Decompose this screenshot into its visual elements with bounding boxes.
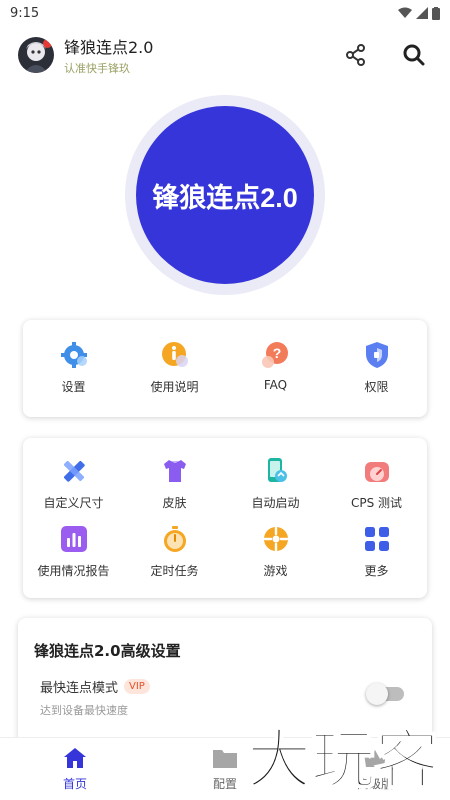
skin-item[interactable]: 皮肤 [124,456,225,511]
cps-test-label: CPS 测试 [350,496,403,510]
app-title: 锋狼连点2.0 [64,38,154,57]
fastest-mode-label: 最快连点模式 [40,681,119,696]
advanced-settings-title: 锋狼连点2.0高级设置 [34,642,181,660]
more-label: 更多 [364,564,389,578]
nav-home[interactable]: 首页 [0,738,150,800]
cps-test-item[interactable]: CPS 测试 [326,456,427,511]
start-button-ring: 锋狼连点2.0 [125,95,325,295]
battery-icon [432,6,440,20]
grid-icon [362,524,392,554]
game-item[interactable]: 游戏 [225,524,326,579]
fastest-mode-row[interactable]: 最快连点模式 VIP 达到设备最快速度 [34,677,416,718]
status-time: 9:15 [10,5,40,21]
phone-auto-icon [261,456,291,486]
auto-start-item[interactable]: 自动启动 [225,456,326,511]
crown-icon [364,750,386,767]
bar-chart-icon [59,524,89,554]
fastest-mode-toggle[interactable] [366,683,404,705]
settings-item[interactable]: 设置 [23,340,124,395]
nav-config[interactable]: 配置 [150,738,300,800]
status-bar: 9:15 [0,0,450,26]
signal-icon [416,7,428,19]
permissions-item[interactable]: 权限 [326,340,427,395]
vip-badge: VIP [124,679,150,694]
share-button[interactable] [338,37,374,73]
app-header: 锋狼连点2.0 认准快手锋玖 [0,30,450,80]
permissions-label: 权限 [364,380,389,394]
question-icon: ? [261,340,291,370]
share-icon [346,44,365,66]
game-label: 游戏 [263,564,288,578]
status-icons [398,6,440,20]
gear-icon [59,340,89,370]
svg-text:?: ? [272,345,281,361]
skin-label: 皮肤 [162,496,187,510]
usage-report-label: 使用情况报告 [37,564,110,578]
auto-start-label: 自动启动 [251,496,300,510]
faq-item[interactable]: ? FAQ [225,340,326,395]
shield-icon [362,340,392,370]
usage-report-item[interactable]: 使用情况报告 [23,524,124,579]
bottom-nav: 首页 配置 高级版 [0,737,450,800]
info-icon [160,340,190,370]
custom-size-label: 自定义尺寸 [43,496,104,510]
folder-icon [213,750,237,768]
search-button[interactable] [396,37,432,73]
fastest-mode-desc: 达到设备最快速度 [40,704,128,717]
scheduled-task-item[interactable]: 定时任务 [124,524,225,579]
avatar[interactable] [18,37,54,73]
home-icon [64,748,86,768]
notification-dot [43,39,52,48]
nav-premium-label: 高级版 [356,777,393,791]
nav-premium[interactable]: 高级版 [300,738,450,800]
stopwatch-icon [160,524,190,554]
faq-label: FAQ [263,378,288,392]
scheduled-task-label: 定时任务 [150,564,199,578]
start-button-label: 锋狼连点2.0 [152,182,298,213]
shirt-icon [160,456,190,486]
quick-actions-card: 设置 使用说明 ? FAQ 权限 [23,320,427,417]
wheel-icon [261,524,291,554]
features-card: 自定义尺寸 皮肤 自动启动 CPS 测试 使用情况报告 定时任务 游戏 更多 [23,438,427,598]
start-button[interactable]: 锋狼连点2.0 [136,106,314,284]
ruler-pencil-icon [59,456,89,486]
app-subtitle: 认准快手锋玖 [64,62,130,75]
settings-label: 设置 [61,380,86,394]
instructions-item[interactable]: 使用说明 [124,340,225,395]
nav-home-label: 首页 [62,777,87,791]
custom-size-item[interactable]: 自定义尺寸 [23,456,124,511]
search-icon [403,44,425,66]
speedometer-icon [362,456,392,486]
toggle-knob [366,683,388,705]
header-titles: 锋狼连点2.0 认准快手锋玖 [64,34,316,76]
wifi-icon [398,7,412,18]
more-item[interactable]: 更多 [326,524,427,579]
instructions-label: 使用说明 [150,380,199,394]
nav-config-label: 配置 [212,777,237,791]
